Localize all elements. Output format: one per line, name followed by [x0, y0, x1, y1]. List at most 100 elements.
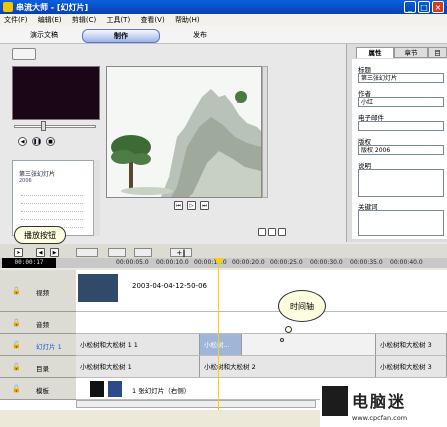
contents-clip[interactable]: 小松树和大松树 3	[376, 356, 447, 377]
track-label: 模板	[36, 387, 49, 395]
menu-tools[interactable]: 工具(T)	[102, 14, 134, 26]
playhead-handle[interactable]	[214, 258, 224, 265]
track-header-video[interactable]: 🔓 视频	[0, 270, 76, 312]
timeline-hscroll[interactable]	[76, 400, 316, 408]
fit-icon[interactable]	[278, 228, 286, 236]
tab-contents[interactable]: 目	[428, 47, 447, 58]
tab-properties[interactable]: 属性	[356, 47, 394, 58]
video-clip-thumbnail[interactable]	[78, 274, 118, 302]
menu-file[interactable]: 文件(F)	[0, 14, 32, 26]
menu-clip[interactable]: 剪辑(C)	[68, 14, 100, 26]
contents-clip[interactable]: 小松树和大松树 2	[200, 356, 376, 377]
title-bar: 串流大师 - [幻灯片] _ □ ×	[0, 0, 447, 14]
thumbnail-line	[21, 219, 83, 225]
track-header-slides[interactable]: 🔓 幻灯片 1	[0, 334, 76, 356]
minimize-button[interactable]: _	[404, 1, 416, 13]
tab-presentation[interactable]: 演示文稿	[20, 29, 68, 41]
layout-toggle-icon[interactable]	[12, 48, 36, 60]
lock-icon[interactable]: 🔓	[12, 319, 21, 327]
title-field[interactable]: 第三张幻灯片	[358, 73, 444, 83]
menu-edit[interactable]: 编辑(E)	[34, 14, 66, 26]
slide-canvas[interactable]	[106, 66, 262, 198]
zoom-in-icon[interactable]	[258, 228, 266, 236]
lock-icon[interactable]: 🔓	[12, 287, 21, 295]
skip-forward-icon[interactable]: ▶	[50, 248, 59, 257]
split-clip-icon[interactable]	[76, 248, 98, 257]
slide-clip-selected[interactable]: 小松树...	[200, 334, 242, 355]
template-thumbnail[interactable]	[108, 381, 122, 397]
thumbnail-line	[21, 195, 83, 201]
template-clip-label[interactable]: 1 张幻灯片（右侧）	[132, 385, 190, 395]
thumbnail-title: 第三张幻灯片	[19, 171, 56, 178]
play-slide-icon[interactable]: ▷	[187, 201, 196, 210]
track-label: 视频	[36, 289, 49, 297]
landscape-painting	[107, 67, 261, 197]
menu-help[interactable]: 帮助(H)	[171, 14, 204, 26]
track-lane-slides[interactable]: 小松树和大松树 1 1 小松树... 小松树和大松树 3	[76, 334, 447, 356]
lock-icon[interactable]: 🔓	[12, 341, 21, 349]
skip-back-icon[interactable]: ◀	[36, 248, 45, 257]
thumbnail-line	[21, 203, 83, 209]
thumbnail-scrollbar[interactable]	[93, 160, 100, 236]
playhead-line[interactable]	[218, 258, 219, 410]
seek-slider[interactable]	[14, 125, 96, 128]
tab-chapters[interactable]: 章节	[394, 47, 428, 58]
rewind-icon[interactable]: ◀	[18, 137, 27, 146]
properties-tabs: 属性 章节 目	[350, 45, 447, 59]
slide-clip[interactable]: 小松树和大松树 1 1	[76, 334, 200, 355]
canvas-scrollbar[interactable]	[262, 66, 268, 198]
copyright-field[interactable]: 版权 2006	[358, 145, 444, 155]
tab-publish[interactable]: 发布	[176, 29, 224, 41]
watermark: 电脑迷 www.cpcfan.com	[320, 384, 447, 427]
prev-frame-icon[interactable]: ⏮	[174, 201, 183, 210]
slide-clip[interactable]: 小松树和大松树 3	[376, 334, 447, 355]
ruler-tick-label: 00:00:20.0	[232, 259, 265, 266]
track-lane-audio[interactable]	[76, 312, 447, 334]
watermark-logo	[322, 386, 348, 416]
app-icon	[3, 2, 13, 12]
play-pause-icon[interactable]: ❚❚	[32, 137, 41, 146]
lock-icon[interactable]: 🔓	[12, 385, 21, 393]
insert-clip-icon[interactable]	[108, 248, 126, 257]
ruler-tick-label: 00:00:25.0	[270, 259, 303, 266]
track-header-contents[interactable]: 🔓 目录	[0, 356, 76, 378]
tab-produce[interactable]: 制作	[82, 29, 160, 43]
menu-view[interactable]: 查看(V)	[136, 14, 168, 26]
email-field[interactable]	[358, 121, 444, 131]
template-thumbnail[interactable]	[90, 381, 104, 397]
track-label: 目录	[36, 365, 49, 373]
zoom-out-icon[interactable]	[268, 228, 276, 236]
track-lane-contents[interactable]: 小松树和大松树 1 小松树和大松树 2 小松树和大松树 3	[76, 356, 447, 378]
keywords-field[interactable]	[358, 210, 444, 236]
seek-slider-thumb[interactable]	[41, 121, 46, 131]
slide-clip-empty[interactable]	[242, 334, 376, 355]
zoom-tools	[258, 228, 296, 236]
stop-icon[interactable]: ■	[46, 137, 55, 146]
ruler-tick-label: 00:00:05.0	[116, 259, 149, 266]
track-header-audio[interactable]: 🔓 音频	[0, 312, 76, 334]
add-track-icon[interactable]: +‖	[170, 248, 192, 257]
thumbnail-subtitle: 2006	[19, 178, 32, 184]
timecode-display: 00:00:17	[2, 258, 56, 268]
maximize-button[interactable]: □	[418, 1, 430, 13]
lock-icon[interactable]: 🔓	[12, 363, 21, 371]
video-clip-label[interactable]: 2003-04-04-12-50-06	[132, 282, 207, 290]
timeline-callout: 时间轴	[278, 290, 326, 322]
watermark-url: www.cpcfan.com	[352, 414, 408, 422]
watermark-text: 电脑迷	[352, 392, 407, 411]
description-field[interactable]	[358, 169, 444, 197]
thumbnail-line	[21, 211, 83, 217]
close-button[interactable]: ×	[432, 1, 444, 13]
callout-tail	[280, 338, 284, 342]
canvas-controls: ⏮ ▷ ⏭	[172, 201, 212, 211]
next-frame-icon[interactable]: ⏭	[200, 201, 209, 210]
cursor-tool-icon[interactable]: ➤	[14, 248, 23, 257]
author-field[interactable]: 小红	[358, 97, 444, 107]
ruler-tick-label: 00:00:30.0	[310, 259, 343, 266]
slide-thumbnail[interactable]: 第三张幻灯片 2006	[12, 160, 100, 236]
delete-clip-icon[interactable]	[134, 248, 152, 257]
track-header-template[interactable]: 🔓 模板	[0, 378, 76, 400]
track-lane-video[interactable]: 2003-04-04-12-50-06	[76, 270, 447, 312]
contents-clip[interactable]: 小松树和大松树 1	[76, 356, 200, 377]
track-label: 音频	[36, 321, 49, 329]
